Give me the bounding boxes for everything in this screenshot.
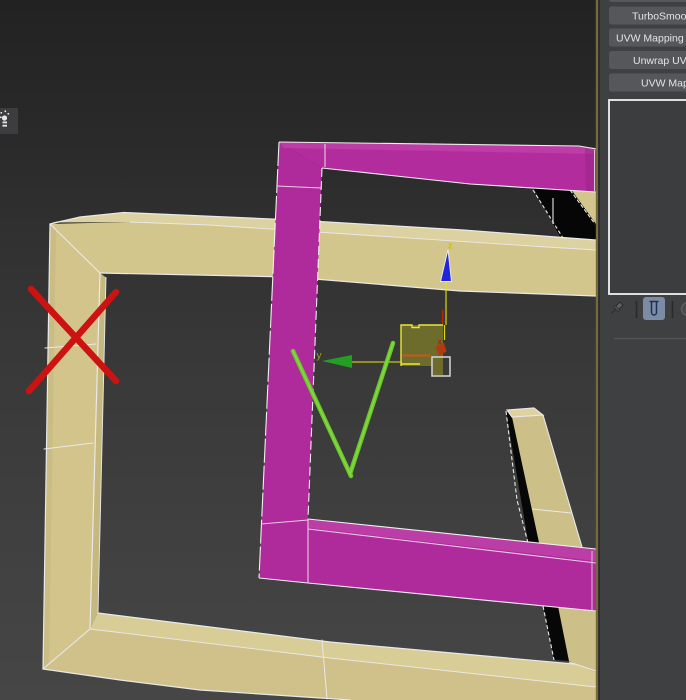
svg-text:Unwrap UVW: Unwrap UVW xyxy=(633,55,686,67)
svg-text:z: z xyxy=(448,241,453,252)
svg-text:TurboSmooth: TurboSmooth xyxy=(632,11,686,23)
svg-text:UVW Map: UVW Map xyxy=(641,78,686,90)
svg-text:UVW Mapping: UVW Mapping xyxy=(616,33,684,45)
svg-text:y: y xyxy=(317,351,322,362)
